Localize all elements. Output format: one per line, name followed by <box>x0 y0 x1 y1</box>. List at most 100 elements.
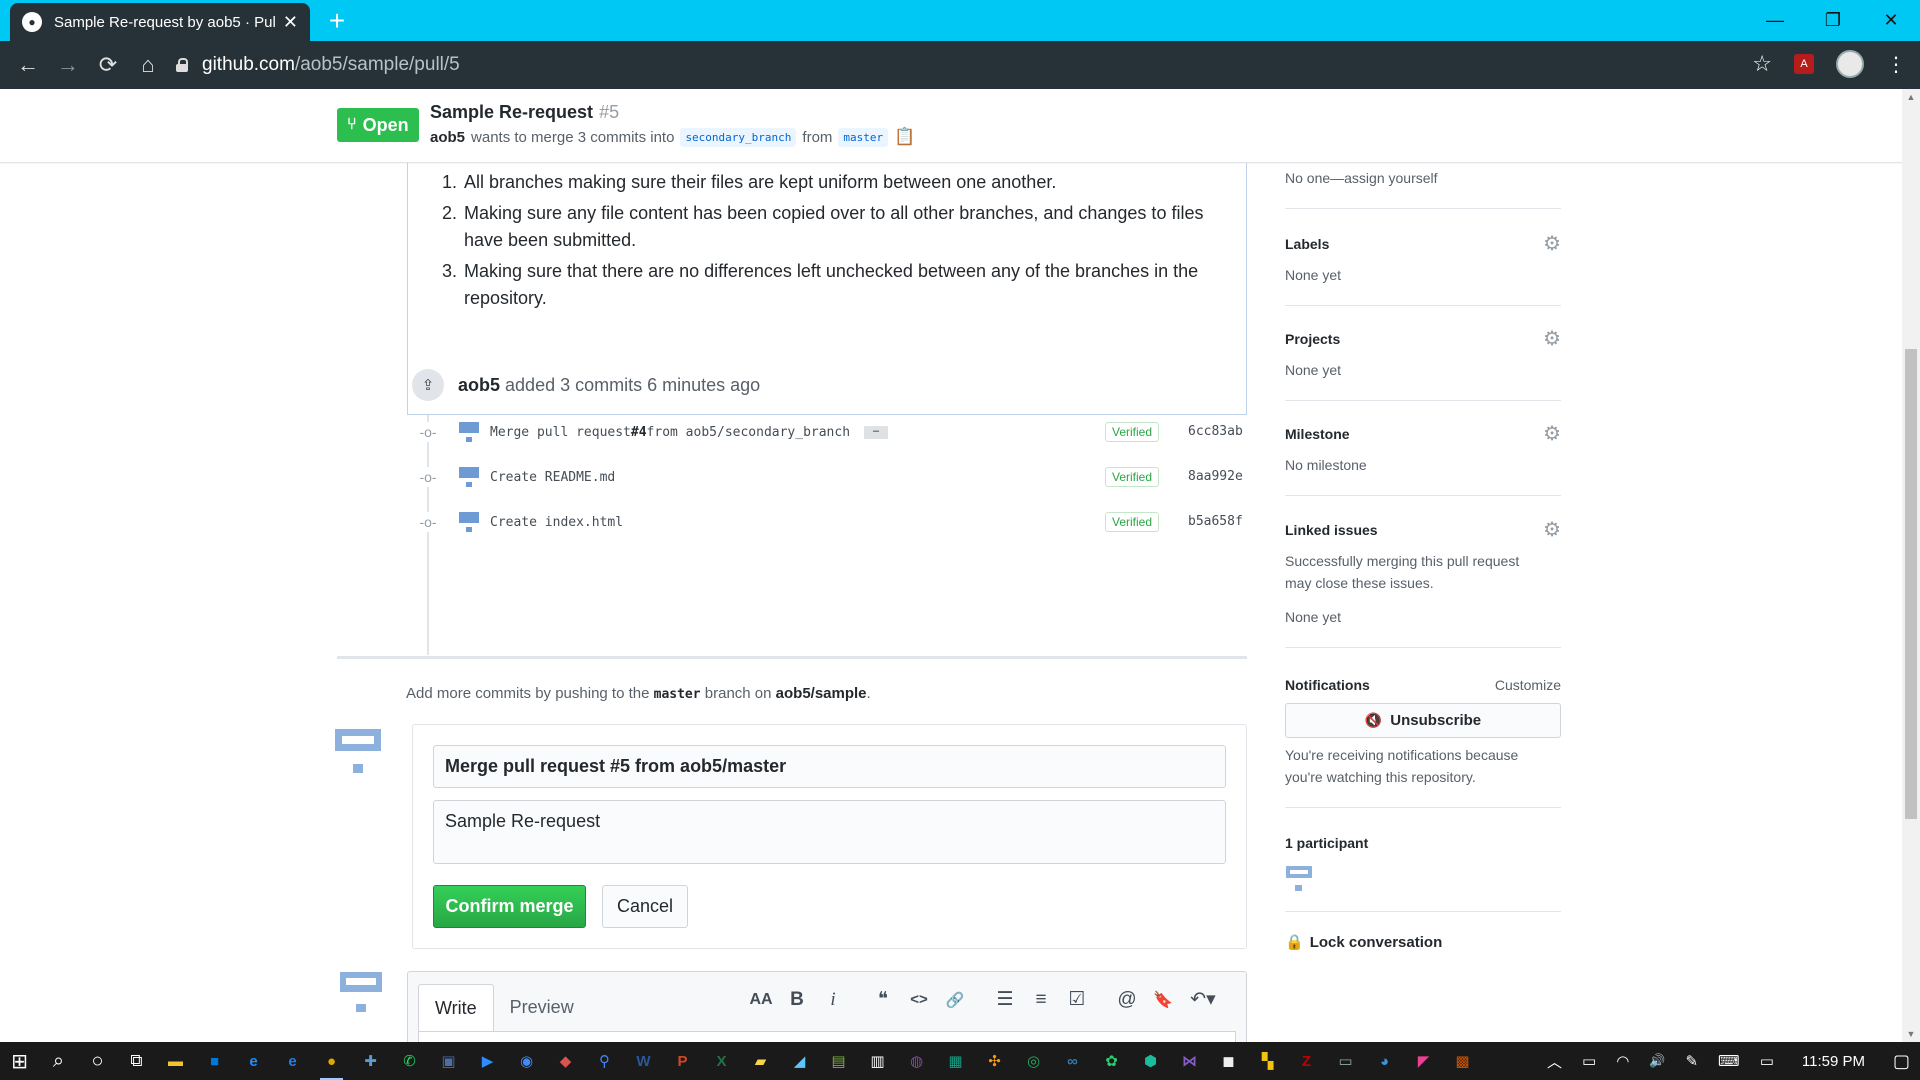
minimize-button[interactable]: — <box>1746 0 1804 41</box>
taskbar-app-n-icon[interactable]: ◼ <box>1209 1042 1248 1080</box>
taskbar-app-j-icon[interactable]: ◎ <box>1014 1042 1053 1080</box>
browser-menu-icon[interactable]: ⋮ <box>1886 52 1906 77</box>
link-icon[interactable]: 🔗 <box>937 991 973 1009</box>
cortana-icon[interactable]: ○ <box>78 1042 117 1080</box>
head-branch-tag[interactable]: master <box>838 127 889 147</box>
heading-icon[interactable]: AA <box>743 991 779 1009</box>
projects-heading[interactable]: Projects ⚙ <box>1285 326 1561 351</box>
gear-icon[interactable]: ⚙ <box>1543 326 1561 351</box>
commit-expander-button[interactable]: … <box>864 424 889 439</box>
bookmark-star-icon[interactable]: ☆ <box>1752 51 1772 77</box>
forward-button[interactable]: → <box>54 51 82 79</box>
taskbar-app-c-icon[interactable]: ◉ <box>507 1042 546 1080</box>
gear-icon[interactable]: ⚙ <box>1543 421 1561 446</box>
assign-yourself-link[interactable]: No one—assign yourself <box>1285 167 1561 189</box>
commit-author-avatar[interactable] <box>458 466 480 488</box>
scroll-down-arrow-icon[interactable]: ▼ <box>1902 1026 1920 1042</box>
start-button[interactable]: ⊞ <box>0 1042 39 1080</box>
scroll-up-arrow-icon[interactable]: ▲ <box>1902 89 1920 105</box>
taskbar-notepad-icon[interactable]: ▤ <box>819 1042 858 1080</box>
verified-badge[interactable]: Verified <box>1105 512 1160 532</box>
confirm-merge-button[interactable]: Confirm merge <box>433 885 586 928</box>
tab-preview[interactable]: Preview <box>494 984 590 1032</box>
merge-body-textarea[interactable]: Sample Re-request <box>433 800 1226 864</box>
scrollbar-thumb[interactable] <box>1905 349 1917 819</box>
taskbar-app-k-icon[interactable]: ∞ <box>1053 1042 1092 1080</box>
taskbar-app-o-icon[interactable]: ▚ <box>1248 1042 1287 1080</box>
commit-sha-link[interactable]: 8aa992e <box>1188 469 1243 484</box>
commit-message-link[interactable]: Create README.md <box>490 470 615 485</box>
taskbar-store-icon[interactable]: ■ <box>195 1042 234 1080</box>
saved-replies-icon[interactable]: ↶▾ <box>1181 988 1225 1011</box>
italic-icon[interactable]: i <box>815 989 851 1011</box>
comment-textarea[interactable] <box>418 1031 1236 1042</box>
taskbar-ie-icon[interactable]: e <box>234 1042 273 1080</box>
taskbar-app-h-icon[interactable]: ▦ <box>936 1042 975 1080</box>
taskbar-zoom-icon[interactable]: ▶ <box>468 1042 507 1080</box>
tab-write[interactable]: Write <box>418 984 494 1032</box>
taskbar-app-l-icon[interactable]: ✿ <box>1092 1042 1131 1080</box>
reference-bookmark-icon[interactable]: 🔖 <box>1145 990 1181 1010</box>
hint-repo-link[interactable]: aob5/sample <box>776 685 867 702</box>
notification-center-icon[interactable]: ▢ <box>1883 1051 1920 1072</box>
base-branch-tag[interactable]: secondary_branch <box>680 127 797 147</box>
taskbar-maps-icon[interactable]: ⚲ <box>585 1042 624 1080</box>
mention-icon[interactable]: @ <box>1109 989 1145 1011</box>
clipboard-copy-icon[interactable]: 📋 <box>894 127 915 147</box>
new-tab-button[interactable]: + <box>322 6 352 36</box>
battery-icon[interactable]: ▭ <box>1572 1052 1606 1070</box>
pen-icon[interactable]: ✎ <box>1675 1052 1708 1070</box>
browser-tab-active[interactable]: ● Sample Re-request by aob5 · Pull ✕ <box>10 3 310 41</box>
taskbar-app-d-icon[interactable]: ◆ <box>546 1042 585 1080</box>
gear-icon[interactable]: ⚙ <box>1543 517 1561 542</box>
taskbar-powerpoint-icon[interactable]: P <box>663 1042 702 1080</box>
lock-conversation-link[interactable]: 🔒 Lock conversation <box>1285 933 1561 952</box>
gear-icon[interactable]: ⚙ <box>1543 231 1561 256</box>
profile-avatar[interactable] <box>1836 50 1864 78</box>
taskbar-app-r-icon[interactable]: ◤ <box>1404 1042 1443 1080</box>
wifi-icon[interactable]: ◠ <box>1606 1052 1639 1070</box>
taskbar-app-e-icon[interactable]: ◢ <box>780 1042 819 1080</box>
numbered-list-icon[interactable]: ≡ <box>1023 989 1059 1011</box>
back-button[interactable]: ← <box>14 51 42 79</box>
quote-icon[interactable]: ❝ <box>865 988 901 1011</box>
taskbar-clock[interactable]: 11:59 PM <box>1784 1053 1883 1070</box>
labels-heading[interactable]: Labels ⚙ <box>1285 231 1561 256</box>
taskbar-app-p-icon[interactable]: ▭ <box>1326 1042 1365 1080</box>
participant-avatar[interactable] <box>1285 865 1313 893</box>
taskbar-chrome-icon[interactable]: ● <box>312 1042 351 1080</box>
verified-badge[interactable]: Verified <box>1105 467 1160 487</box>
address-bar[interactable]: github.com/aob5/sample/pull/5 <box>176 49 1786 81</box>
pr-author-link[interactable]: aob5 <box>430 129 465 146</box>
taskbar-excel-icon[interactable]: X <box>702 1042 741 1080</box>
commit-sha-link[interactable]: b5a658f <box>1188 514 1243 529</box>
taskbar-app-b-icon[interactable]: ▣ <box>429 1042 468 1080</box>
taskbar-app-a-icon[interactable]: ✚ <box>351 1042 390 1080</box>
taskbar-app-g-icon[interactable]: ◍ <box>897 1042 936 1080</box>
reload-button[interactable]: ⟳ <box>94 51 122 79</box>
taskbar-word-icon[interactable]: W <box>624 1042 663 1080</box>
close-window-button[interactable]: ✕ <box>1862 0 1920 41</box>
commit-message-link[interactable]: Merge pull request #4 from aob5/secondar… <box>490 424 889 440</box>
search-icon[interactable]: ⌕ <box>39 1042 78 1080</box>
restore-button[interactable]: ❐ <box>1804 0 1862 41</box>
taskbar-app-m-icon[interactable]: ⬢ <box>1131 1042 1170 1080</box>
task-list-icon[interactable]: ☑ <box>1059 988 1095 1011</box>
taskbar-whatsapp-icon[interactable]: ✆ <box>390 1042 429 1080</box>
bold-icon[interactable]: B <box>779 989 815 1011</box>
code-icon[interactable]: <> <box>901 991 937 1008</box>
linked-issues-heading[interactable]: Linked issues ⚙ <box>1285 517 1561 542</box>
pdf-extension-icon[interactable]: A <box>1794 54 1814 74</box>
page-scrollbar[interactable]: ▲ ▼ <box>1902 89 1920 1042</box>
pr-reference-link[interactable]: #4 <box>631 425 647 440</box>
commits-author-link[interactable]: aob5 <box>458 375 500 395</box>
milestone-heading[interactable]: Milestone ⚙ <box>1285 421 1561 446</box>
taskbar-file-explorer-icon[interactable]: ▬ <box>156 1042 195 1080</box>
commit-author-avatar[interactable] <box>458 421 480 443</box>
commit-author-avatar[interactable] <box>458 511 480 533</box>
cancel-merge-button[interactable]: Cancel <box>602 885 688 928</box>
commit-message-link[interactable]: Create index.html <box>490 515 623 530</box>
tray-chevron-icon[interactable]: ︿ <box>1537 1051 1572 1072</box>
volume-icon[interactable]: 🔊 <box>1639 1053 1675 1069</box>
commit-sha-link[interactable]: 6cc83ab <box>1188 424 1243 439</box>
